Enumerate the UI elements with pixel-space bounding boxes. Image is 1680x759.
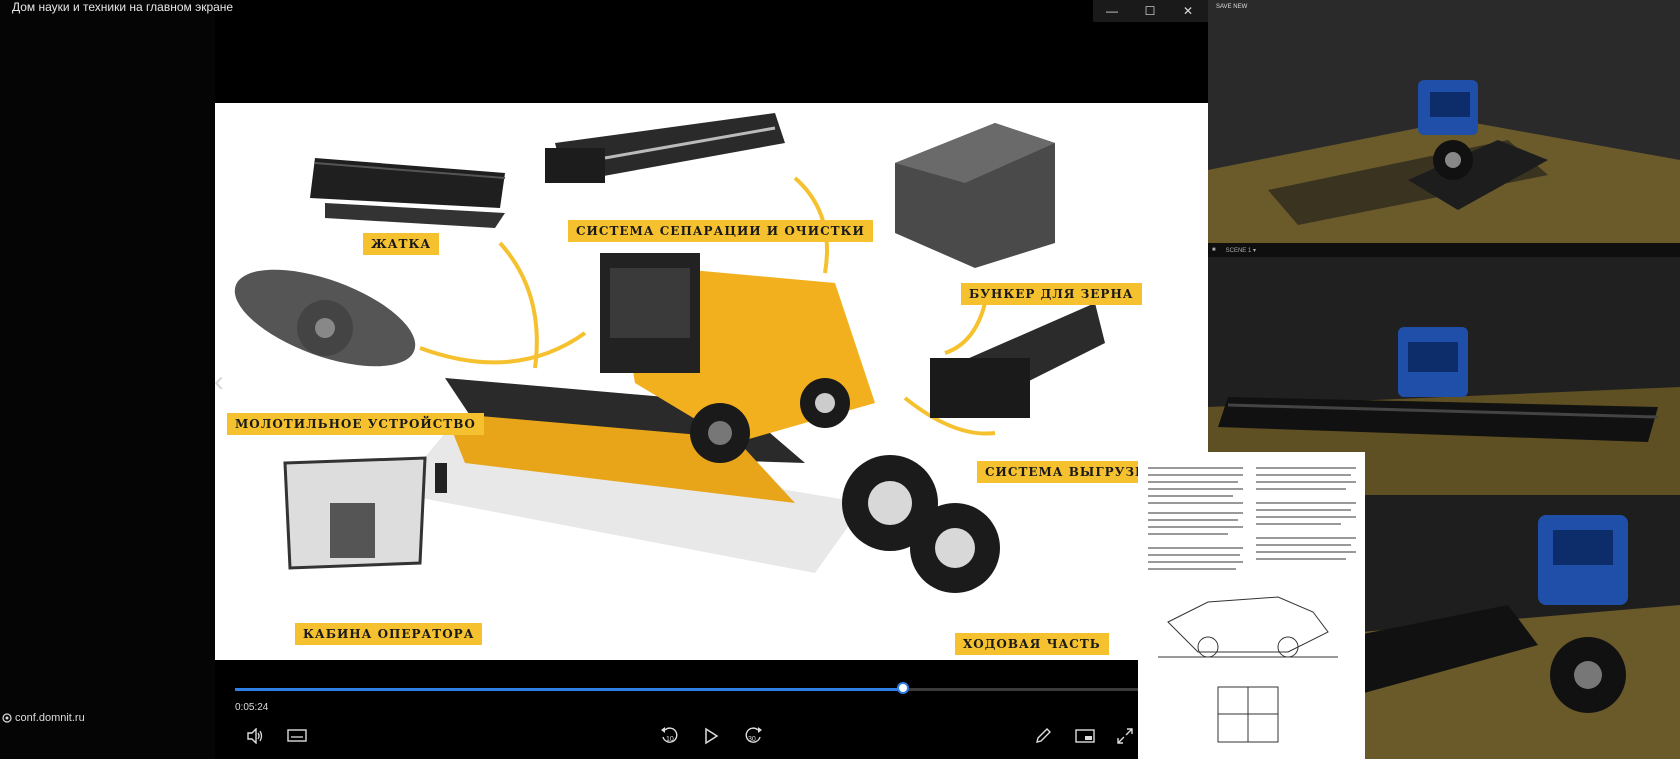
subtitles-icon[interactable]: [284, 725, 310, 747]
label-chassis: ХОДОВАЯ ЧАСТЬ: [955, 633, 1109, 655]
combine-harvester-icon: [445, 253, 875, 503]
arrow-1: [498, 241, 539, 369]
camera-view-1: [1208, 0, 1680, 243]
rewind-10-icon[interactable]: 10: [657, 725, 683, 747]
close-icon[interactable]: ✕: [1169, 0, 1207, 22]
record-label: SAVE NEW: [1216, 4, 1248, 10]
progress-fill: [235, 688, 904, 691]
minimize-icon[interactable]: —: [1093, 0, 1131, 22]
arrow-5: [419, 331, 587, 365]
bunker-part-icon: [895, 123, 1055, 268]
miniplayer-icon[interactable]: [1072, 725, 1098, 747]
threshing-part-icon: [234, 269, 416, 367]
progress-handle[interactable]: [897, 682, 910, 694]
label-separation: СИСТЕМА СЕПАРАЦИИ И ОЧИСТКИ: [568, 220, 873, 242]
fullscreen-icon[interactable]: [1112, 725, 1138, 747]
window-controls: — ☐ ✕: [1093, 0, 1209, 22]
camera-toolbar: ■ SCENE 1 ▾: [1208, 243, 1680, 257]
unloading-part-icon: [930, 303, 1105, 418]
scene-select[interactable]: SCENE 1 ▾: [1226, 247, 1256, 254]
site-link[interactable]: conf.domnit.ru: [2, 712, 85, 724]
site-label: conf.domnit.ru: [15, 712, 85, 724]
arrow-3: [944, 302, 987, 355]
label-threshing: МОЛОТИЛЬНОЕ УСТРОЙСТВО: [227, 413, 484, 435]
label-header: ЖАТКА: [363, 233, 440, 255]
header-part-icon: [310, 158, 506, 228]
svg-text:30: 30: [748, 736, 756, 743]
cabin-part-icon: [283, 456, 447, 570]
patent-drawing: [1148, 467, 1356, 743]
stop-icon[interactable]: ■: [1212, 247, 1216, 253]
play-icon[interactable]: [698, 725, 724, 747]
patent-document-image: [1138, 452, 1365, 759]
combine-illustration: [234, 113, 1105, 593]
separation-part-icon: [545, 113, 785, 183]
forward-30-icon[interactable]: 30: [740, 725, 766, 747]
presentation-slide: ЖАТКА СИСТЕМА СЕПАРАЦИИ И ОЧИСТКИ БУНКЕР…: [215, 103, 1208, 660]
left-sidebar: [0, 0, 215, 759]
window-title: Дом науки и техники на главном экране: [12, 0, 234, 14]
site-icon: [2, 713, 12, 723]
pen-icon[interactable]: [1030, 725, 1056, 747]
volume-icon[interactable]: [242, 725, 268, 747]
label-bunker: БУНКЕР ДЛЯ ЗЕРНА: [961, 283, 1142, 305]
maximize-icon[interactable]: ☐: [1131, 0, 1169, 22]
chevron-left-icon[interactable]: ‹: [214, 365, 224, 399]
label-cabin: КАБИНА ОПЕРАТОРА: [295, 623, 483, 645]
current-time: 0:05:24: [235, 702, 269, 713]
svg-text:10: 10: [666, 736, 674, 743]
